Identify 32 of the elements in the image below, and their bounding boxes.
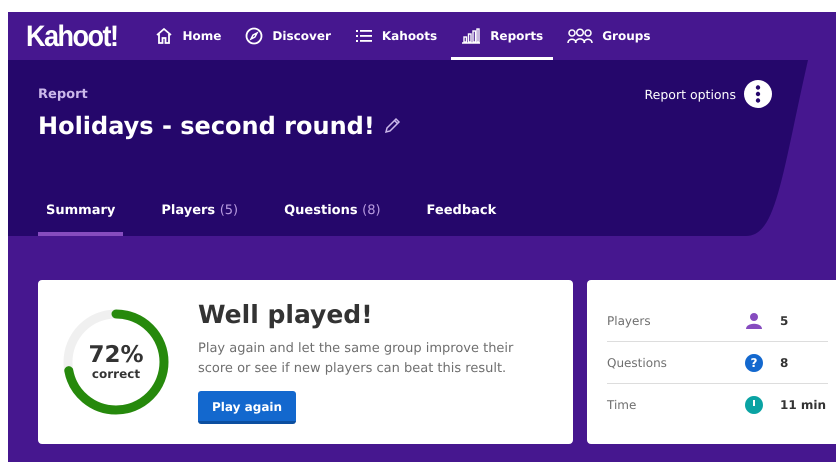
percent-value: 72% [88, 344, 144, 366]
report-options-button[interactable]: Report options [644, 80, 772, 108]
home-icon [155, 27, 174, 45]
list-icon [354, 28, 373, 44]
clock-icon [745, 396, 763, 414]
bar-chart-icon [461, 28, 482, 44]
stat-value: 11 min [780, 398, 826, 412]
nav-link[interactable]: Kahoots [344, 12, 448, 60]
tab[interactable]: Questions (8) [276, 203, 389, 236]
more-icon [744, 80, 772, 108]
nav-link[interactable]: Discover [235, 12, 341, 60]
play-again-button[interactable]: Play again [198, 391, 296, 424]
nav-link[interactable]: Home [145, 12, 232, 60]
report-label: Report [38, 86, 88, 102]
people-icon [567, 28, 594, 44]
stat-value: 8 [780, 356, 788, 370]
compass-icon [245, 27, 264, 45]
pencil-icon[interactable] [382, 117, 401, 135]
stat-value: 5 [780, 314, 788, 328]
stat-label: Questions [607, 356, 668, 370]
logo[interactable]: Kahoot! [26, 18, 118, 54]
percent-caption: correct [92, 366, 140, 380]
stat-label: Players [607, 314, 652, 328]
question-icon: ? [745, 354, 763, 372]
report-title: Holidays - second round! [38, 112, 375, 140]
summary-text: Play again and let the same group improve their score or see if new players can beat this result. [198, 340, 514, 378]
stat-label: Time [607, 398, 638, 412]
tab[interactable]: Feedback [418, 203, 504, 236]
tab[interactable]: Players (5) [153, 203, 246, 236]
person-icon [745, 312, 763, 330]
nav-link[interactable]: Groups [557, 12, 660, 60]
summary-heading: Well played! [198, 300, 373, 329]
